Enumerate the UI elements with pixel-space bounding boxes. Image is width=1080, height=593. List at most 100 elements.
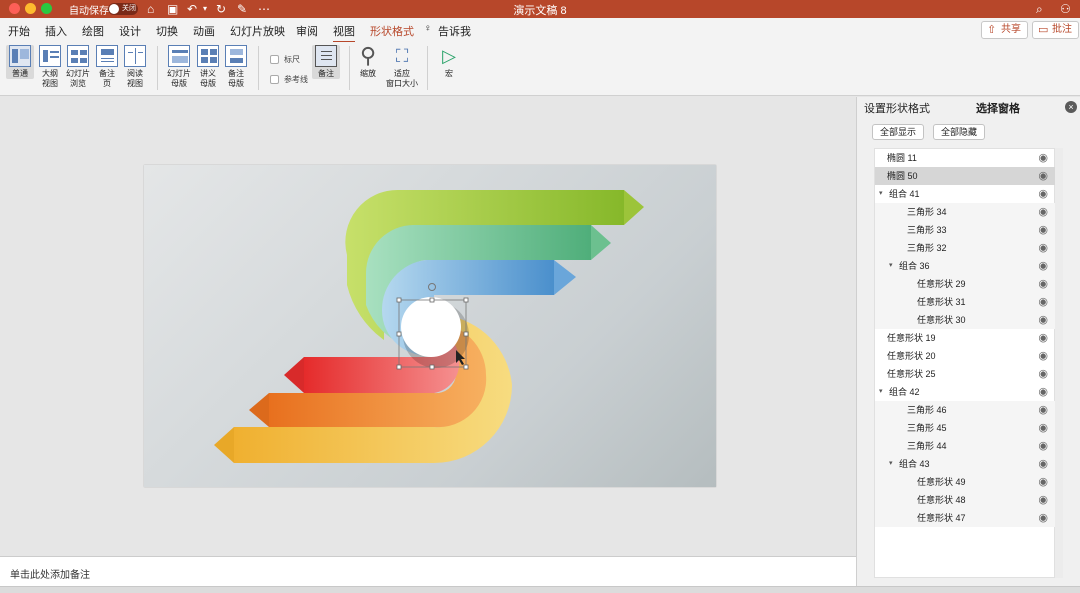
expand-chevron-icon[interactable]: ▾: [889, 257, 893, 275]
eye-icon[interactable]: ◉: [1038, 455, 1048, 473]
layer-label: 三角形 32: [907, 243, 947, 253]
macro-button[interactable]: ▷ 宏: [436, 45, 462, 79]
layer-row[interactable]: 椭圆 50 ◉: [875, 167, 1056, 185]
eye-icon[interactable]: ◉: [1038, 419, 1048, 437]
notes-icon: [315, 45, 337, 67]
title-bar: 自动保存 关闭 ⌂ ▣ ↶ ▾ ↻ ✎ ⋯ 演示文稿 8 ⌕ ⚇: [0, 0, 1080, 18]
eye-icon[interactable]: ◉: [1038, 293, 1048, 311]
layer-row[interactable]: 三角形 46 ◉: [875, 401, 1056, 419]
eye-icon[interactable]: ◉: [1038, 401, 1048, 419]
layer-row[interactable]: 任意形状 29 ◉: [875, 275, 1056, 293]
layer-label: 三角形 46: [907, 405, 947, 415]
tab-slideshow[interactable]: 幻灯片放映: [230, 23, 285, 39]
eye-icon[interactable]: ◉: [1038, 275, 1048, 293]
list-scrollbar[interactable]: [1055, 148, 1063, 578]
notes-button[interactable]: 备注: [312, 45, 340, 79]
orange-arrow-tip: [249, 393, 269, 427]
tab-review[interactable]: 审阅: [296, 23, 318, 39]
expand-chevron-icon[interactable]: ▾: [889, 455, 893, 473]
layer-row[interactable]: 三角形 44 ◉: [875, 437, 1056, 455]
close-icon[interactable]: ×: [1065, 101, 1077, 113]
layer-row[interactable]: 三角形 45 ◉: [875, 419, 1056, 437]
eye-icon[interactable]: ◉: [1038, 491, 1048, 509]
layer-group-row[interactable]: ▾ 组合 42 ◉: [875, 383, 1056, 401]
layer-row[interactable]: 任意形状 25 ◉: [875, 365, 1056, 383]
green-arrow-tip: [624, 190, 644, 225]
eye-icon[interactable]: ◉: [1038, 365, 1048, 383]
layer-label: 任意形状 48: [917, 495, 966, 505]
eye-icon[interactable]: ◉: [1038, 347, 1048, 365]
zoom-button[interactable]: ⚲ 缩放: [355, 45, 381, 79]
eye-icon[interactable]: ◉: [1038, 167, 1048, 185]
layer-label: 任意形状 29: [917, 279, 966, 289]
layer-row[interactable]: 任意形状 47 ◉: [875, 509, 1056, 527]
layer-row[interactable]: 任意形状 30 ◉: [875, 311, 1056, 329]
layer-row[interactable]: 任意形状 31 ◉: [875, 293, 1056, 311]
reading-view-button[interactable]: 阅读 视图: [122, 45, 148, 89]
notes-master-button[interactable]: 备注 母版: [223, 45, 249, 89]
slide-canvas-area[interactable]: [0, 97, 856, 556]
expand-chevron-icon[interactable]: ▾: [879, 185, 883, 203]
fit-to-window-button[interactable]: ⛶ 适应 窗口大小: [384, 45, 420, 89]
layer-group-row[interactable]: ▾ 组合 41 ◉: [875, 185, 1056, 203]
eye-icon[interactable]: ◉: [1038, 203, 1048, 221]
show-all-button[interactable]: 全部显示: [872, 124, 925, 140]
tab-home[interactable]: 开始: [8, 23, 30, 39]
outline-view-button[interactable]: 大纲 视图: [37, 45, 63, 89]
red-arrow-tip: [284, 357, 304, 393]
handout-master-button[interactable]: 讲义 母版: [195, 45, 221, 89]
tab-shape-format[interactable]: 形状格式: [370, 23, 414, 39]
layer-group-row[interactable]: ▾ 组合 36 ◉: [875, 257, 1056, 275]
layer-row[interactable]: 三角形 32 ◉: [875, 239, 1056, 257]
eye-icon[interactable]: ◉: [1038, 257, 1048, 275]
share-button[interactable]: ⇧ 共享: [981, 21, 1028, 39]
eye-icon[interactable]: ◉: [1038, 149, 1048, 167]
guides-checkbox[interactable]: 参考线: [270, 74, 308, 85]
account-icon[interactable]: ⚇: [1060, 1, 1071, 17]
layer-row[interactable]: 椭圆 11 ◉: [875, 149, 1056, 167]
tab-view[interactable]: 视图: [333, 23, 355, 43]
tab-selection-pane[interactable]: 选择窗格: [976, 100, 1020, 116]
eye-icon[interactable]: ◉: [1038, 383, 1048, 401]
slide-sorter-button[interactable]: 幻灯片 浏览: [65, 45, 91, 89]
tab-insert[interactable]: 插入: [45, 23, 67, 39]
layer-row[interactable]: 任意形状 19 ◉: [875, 329, 1056, 347]
layer-row[interactable]: 任意形状 20 ◉: [875, 347, 1056, 365]
search-icon[interactable]: ⌕: [1036, 1, 1043, 17]
s-curve-infographic[interactable]: [144, 165, 716, 487]
layer-row[interactable]: 任意形状 49 ◉: [875, 473, 1056, 491]
notes-page-button[interactable]: 备注 页: [94, 45, 120, 89]
eye-icon[interactable]: ◉: [1038, 185, 1048, 203]
tab-design[interactable]: 设计: [119, 23, 141, 39]
slide-master-button[interactable]: 幻灯片 母版: [164, 45, 194, 89]
layer-label: 任意形状 31: [917, 297, 966, 307]
eye-icon[interactable]: ◉: [1038, 329, 1048, 347]
eye-icon[interactable]: ◉: [1038, 311, 1048, 329]
eye-icon[interactable]: ◉: [1038, 509, 1048, 527]
notes-pane[interactable]: 单击此处添加备注: [0, 556, 856, 586]
teal-arrow-tip: [591, 225, 611, 260]
status-bar: [0, 586, 1080, 593]
expand-chevron-icon[interactable]: ▾: [879, 383, 883, 401]
layer-row[interactable]: 任意形状 48 ◉: [875, 491, 1056, 509]
layer-label: 组合 41: [889, 189, 920, 199]
tab-animations[interactable]: 动画: [193, 23, 215, 39]
eye-icon[interactable]: ◉: [1038, 437, 1048, 455]
layer-group-row[interactable]: ▾ 组合 43 ◉: [875, 455, 1056, 473]
eye-icon[interactable]: ◉: [1038, 473, 1048, 491]
hide-all-button[interactable]: 全部隐藏: [933, 124, 986, 140]
eye-icon[interactable]: ◉: [1038, 239, 1048, 257]
normal-view-button[interactable]: 普通: [6, 45, 34, 79]
tab-format-shape[interactable]: 设置形状格式: [864, 100, 930, 116]
notes-placeholder[interactable]: 单击此处添加备注: [10, 566, 90, 581]
tab-tell-me[interactable]: 告诉我: [438, 23, 471, 39]
eye-icon[interactable]: ◉: [1038, 221, 1048, 239]
layer-row[interactable]: 三角形 34 ◉: [875, 203, 1056, 221]
layer-row[interactable]: 三角形 33 ◉: [875, 221, 1056, 239]
slide[interactable]: [144, 165, 716, 487]
toolbar-separator: [427, 46, 428, 90]
tab-transitions[interactable]: 切换: [156, 23, 178, 39]
ruler-checkbox[interactable]: 标尺: [270, 54, 300, 65]
comments-button[interactable]: ▭ 批注: [1032, 21, 1079, 39]
tab-draw[interactable]: 绘图: [82, 23, 104, 39]
